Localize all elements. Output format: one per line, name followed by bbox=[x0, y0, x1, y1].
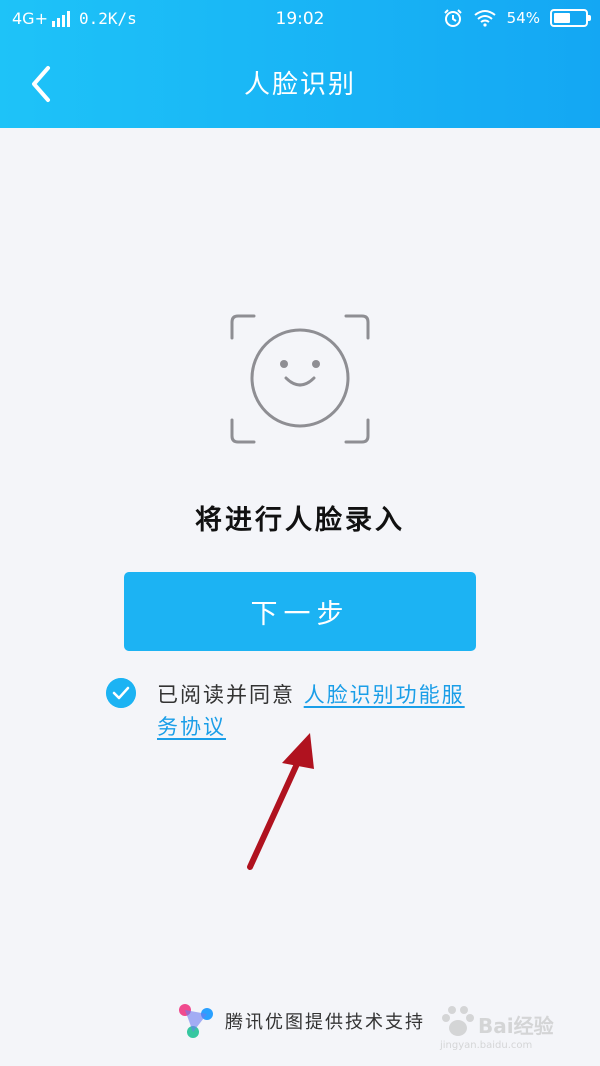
agree-checkbox-icon[interactable] bbox=[106, 678, 136, 708]
battery-percent: 54% bbox=[506, 9, 540, 27]
face-enroll-prompt: 将进行人脸录入 bbox=[195, 505, 405, 536]
wifi-icon bbox=[474, 10, 496, 27]
youtu-logo-icon bbox=[179, 1004, 213, 1038]
header-bar: 4G+ 0.2K/s 19:02 54% 人脸识别 bbox=[0, 0, 600, 128]
status-right: 54% bbox=[443, 8, 591, 28]
back-chevron-icon[interactable] bbox=[26, 62, 58, 106]
watermark: Bai经验 jingyan.baidu.com bbox=[434, 1000, 566, 1056]
agreement-text: 已阅读并同意 人脸识别功能服务协议 bbox=[157, 679, 487, 743]
alarm-icon bbox=[443, 9, 462, 27]
network-speed: 0.2K/s bbox=[78, 9, 137, 28]
watermark-brand: Bai经验 bbox=[478, 1014, 554, 1038]
face-scan-icon bbox=[230, 314, 370, 444]
battery-fill bbox=[554, 13, 571, 23]
signal-icon bbox=[51, 10, 70, 27]
battery-icon bbox=[550, 9, 591, 27]
status-left: 4G+ 0.2K/s bbox=[12, 9, 137, 28]
watermark-url: jingyan.baidu.com bbox=[440, 1040, 533, 1051]
provider-credit: 腾讯优图提供技术支持 bbox=[225, 1012, 425, 1033]
red-arrow-annotation bbox=[247, 733, 314, 870]
network-type: 4G+ bbox=[12, 9, 48, 28]
agreement-prefix: 已阅读并同意 bbox=[157, 683, 304, 707]
page-title: 人脸识别 bbox=[243, 70, 356, 100]
next-step-button[interactable]: 下一步 bbox=[124, 572, 476, 651]
status-bar: 4G+ 0.2K/s 19:02 54% bbox=[0, 0, 600, 40]
paw-logo-icon bbox=[442, 1006, 474, 1036]
